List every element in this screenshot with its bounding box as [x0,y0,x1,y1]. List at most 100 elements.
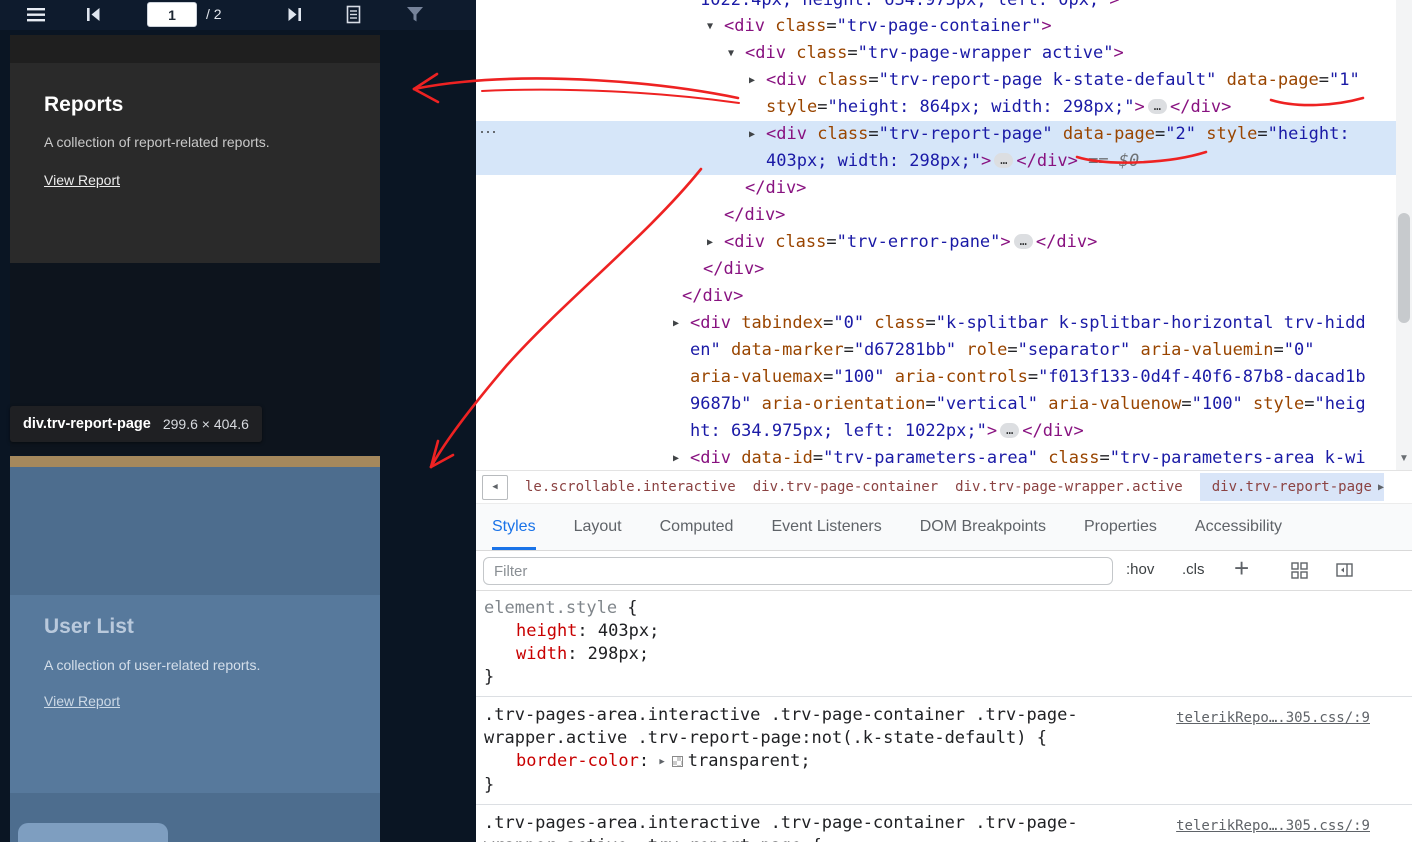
expand-shorthand-icon[interactable]: ▶ [659,757,664,767]
report-page-2-top-band [10,456,380,467]
breadcrumb-item[interactable]: div.trv-report-page [1199,473,1384,501]
tab-styles[interactable]: Styles [492,504,536,550]
element-node-line[interactable]: ht: 634.975px; left: 1022px;">… </div> [476,418,1396,445]
scroll-down-icon[interactable]: ▼ [1396,448,1412,468]
code-token: "0" [833,313,865,333]
breadcrumb-item[interactable]: div.trv-page-container [753,473,938,501]
collapsed-content-ellipsis[interactable]: … [1147,99,1167,114]
code-token: > [1109,0,1120,10]
code-token: class [874,313,926,333]
code-token: = [823,367,834,387]
css-declaration[interactable]: width: 298px; [476,643,1412,666]
element-node-line[interactable]: ▶ <div class="trv-report-page" data-page=… [476,121,1396,148]
code-token: class [775,16,827,36]
document-map-button[interactable] [346,5,362,30]
tree-scrollbar[interactable]: ▼ [1396,0,1412,470]
element-node-line[interactable]: ▶ <div class="trv-error-pane">… </div> [476,229,1396,256]
code-token: ht: 634.975px; left: 1022px;" [690,421,987,441]
expand-arrow-down-icon[interactable]: ▼ [707,13,724,40]
element-node-line[interactable]: ▼ <div class="trv-page-container"> [476,13,1396,40]
breadcrumb-item[interactable]: le.scrollable.interactive [525,473,736,501]
menu-button[interactable] [27,8,47,27]
breadcrumb-back-button[interactable]: ◀ [482,474,508,500]
element-node-line[interactable]: ▶ <div data-id="trv-parameters-area" clas… [476,445,1396,470]
toggle-element-states-button[interactable]: :hov [1126,561,1154,578]
view-report-link[interactable]: View Report [44,172,120,188]
element-node-line[interactable]: </div> [476,175,1396,202]
code-token: == $0 [1077,151,1140,171]
add-rule-button[interactable]: + [1234,553,1249,584]
rule-selector[interactable]: element.style { [476,597,1412,620]
code-token: > [980,151,992,171]
code-token: <div [745,43,786,63]
expand-arrow-down-icon[interactable]: ▼ [728,40,745,67]
code-token: <div [766,124,807,144]
filter-input[interactable] [483,557,1113,585]
breadcrumb: ◀ le.scrollable.interactive div.trv-page-… [476,470,1412,503]
rule-selector[interactable]: wrapper.active .trv-report-page:not(.k-s… [476,727,1412,750]
element-node-line[interactable]: 403px; width: 298px;">… </div> == $0 [476,148,1396,175]
code-token: </div> [1035,232,1098,252]
view-report-link[interactable]: View Report [44,693,120,709]
grid-editor-button[interactable] [1291,562,1308,584]
css-declaration[interactable]: border-color: ▶ transparent; [476,750,1412,774]
code-token: = [1273,340,1284,360]
tab-accessibility[interactable]: Accessibility [1195,504,1282,550]
element-node-line[interactable]: ▶ <div class="trv-report-page k-state-def… [476,67,1396,94]
code-token: 403px; width: 298px;" [766,151,981,171]
collapsed-content-ellipsis[interactable]: … [1013,234,1033,249]
tab-properties[interactable]: Properties [1084,504,1157,550]
element-node-line[interactable]: aria-valuemax="100" aria-controls="f013f… [476,364,1396,391]
toggle-classes-button[interactable]: .cls [1182,561,1205,578]
rule-selector[interactable]: wrapper.active .trv-report-page { [476,835,1412,842]
first-page-button[interactable] [86,7,102,27]
expand-arrow-right-icon[interactable]: ▶ [673,310,690,337]
expand-arrow-right-icon[interactable]: ▶ [673,445,690,470]
element-node-line[interactable]: </div> [476,202,1396,229]
report-page-2: User List A collection of user-related r… [10,467,380,842]
tab-computed[interactable]: Computed [660,504,734,550]
tab-layout[interactable]: Layout [574,504,622,550]
code-token: <div [724,16,765,36]
collapsed-content-ellipsis[interactable]: … [1000,423,1020,438]
code-token: data-page [1062,124,1156,144]
code-token: = [1304,394,1315,414]
element-node-line[interactable]: </div> [476,283,1396,310]
breadcrumb-item[interactable]: div.trv-page-wrapper.active [955,473,1183,501]
viewer-toolbar: 1 / 2 [0,0,476,30]
collapsed-content-ellipsis[interactable]: … [994,153,1014,168]
hamburger-icon [27,8,45,22]
selected-node-menu-icon[interactable]: ⋯ [479,122,497,143]
rule-selector[interactable]: .trv-pages-area.interactive .trv-page-co… [476,704,1412,727]
expand-arrow-right-icon[interactable]: ▶ [749,67,766,94]
css-declaration[interactable]: height: 403px; [476,620,1412,643]
last-page-button[interactable] [286,7,302,27]
parameters-filter-button[interactable] [406,6,424,28]
element-node-line[interactable]: ▼ <div class="trv-page-wrapper active"> [476,40,1396,67]
rule-selector[interactable]: .trv-pages-area.interactive .trv-page-co… [476,812,1412,835]
breadcrumb-forward-icon[interactable]: ▶ [1378,482,1384,493]
toggle-sidebar-button[interactable] [1336,562,1354,583]
expand-arrow-right-icon[interactable]: ▶ [749,121,766,148]
scrollbar-thumb[interactable] [1398,213,1410,323]
element-node-line[interactable]: 9687b" aria-orientation="vertical" aria-… [476,391,1396,418]
code-token: = [1007,340,1018,360]
element-node-line[interactable]: 1022.4px; height: 634.975px; left: 0px;"… [476,0,1396,13]
element-node-line[interactable]: ▶ <div tabindex="0" class="k-splitbar k-s… [476,310,1396,337]
element-node-line[interactable]: style="height: 864px; width: 298px;">… </… [476,94,1396,121]
page-number-input[interactable]: 1 [147,2,197,27]
element-node-line[interactable]: </div> [476,256,1396,283]
code-token: "trv-report-page k-state-default" [878,70,1217,90]
code-token: "heig [1314,394,1366,414]
code-token: </div> [682,286,744,306]
tab-dom-breakpoints[interactable]: DOM Breakpoints [920,504,1046,550]
tab-event-listeners[interactable]: Event Listeners [771,504,881,550]
color-swatch[interactable] [671,756,683,767]
element-node-line[interactable]: en" data-marker="d67281bb" role="separat… [476,337,1396,364]
expand-arrow-right-icon[interactable]: ▶ [707,229,724,256]
report-page-1-header [10,35,380,63]
code-token: <div [724,232,765,252]
page2-bottom-button[interactable] [18,823,168,842]
